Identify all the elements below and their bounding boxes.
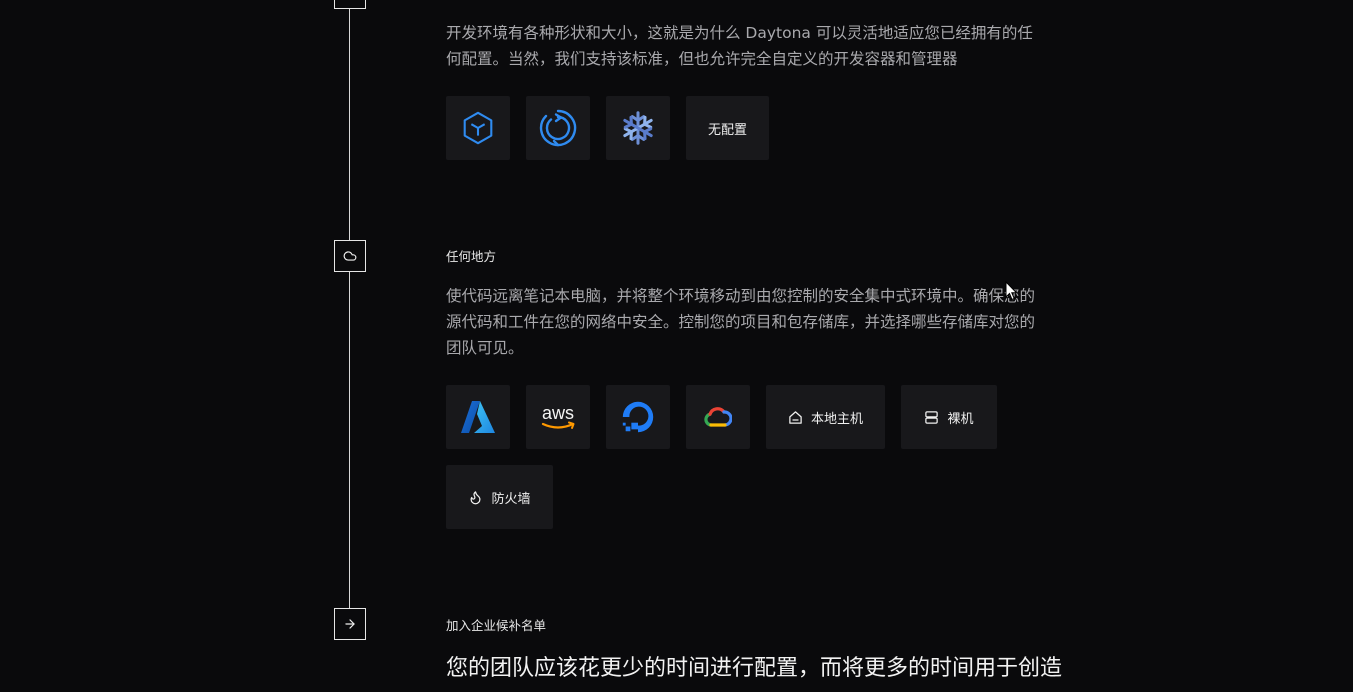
aws-wordmark: aws [542,403,574,423]
no-config-tile[interactable]: 无配置 [686,96,769,160]
devcontainer-cube-icon [463,111,493,145]
cloud-icon [343,251,357,261]
timeline-node-cloud [334,240,366,272]
digitalocean-icon [622,401,654,433]
server-icon [925,410,939,424]
config-description: 开发环境有各种形状和大小，这就是为什么 Daytona 可以灵活地适应您已经拥有… [446,24,1033,68]
page: 开发环境有各种形状和大小，这就是为什么 Daytona 可以灵活地适应您已经拥有… [0,0,1353,692]
flame-icon [470,490,481,504]
google-cloud-icon [704,407,732,427]
home-icon [789,410,802,424]
localhost-tile[interactable]: 本地主机 [766,385,885,449]
arrow-right-icon [345,619,355,629]
devfile-refresh-icon [539,109,577,147]
mouse-cursor-icon [1005,281,1018,301]
waitlist-label: 加入企业候补名单 [446,618,547,633]
anywhere-description: 使代码远离笔记本电脑，并将整个环境移动到由您控制的安全集中式环境中。确保您的源代… [446,287,1036,357]
firewall-label: 防火墙 [491,491,531,507]
digitalocean-tile[interactable] [606,385,670,449]
azure-tile[interactable] [446,385,510,449]
bare-metal-tile[interactable]: 裸机 [901,385,997,449]
azure-icon [461,401,495,433]
nix-tile[interactable] [606,96,670,160]
bare-metal-label: 裸机 [947,411,974,427]
firewall-tile[interactable]: 防火墙 [446,465,553,529]
devfile-tile[interactable] [526,96,590,160]
nix-snowflake-icon [623,111,653,145]
timeline-line [349,0,350,609]
devcontainer-tile[interactable] [446,96,510,160]
aws-icon: aws [541,403,575,429]
anywhere-label: 任何地方 [446,249,497,264]
no-config-label: 无配置 [707,122,747,138]
aws-tile[interactable]: aws [526,385,590,449]
google-cloud-tile[interactable] [686,385,750,449]
timeline-node-top [334,0,366,9]
localhost-label: 本地主机 [810,411,863,427]
waitlist-heading: 您的团队应该花更少的时间进行配置，而将更多的时间用于创造 [446,656,1063,681]
timeline-node-arrow [334,608,366,640]
